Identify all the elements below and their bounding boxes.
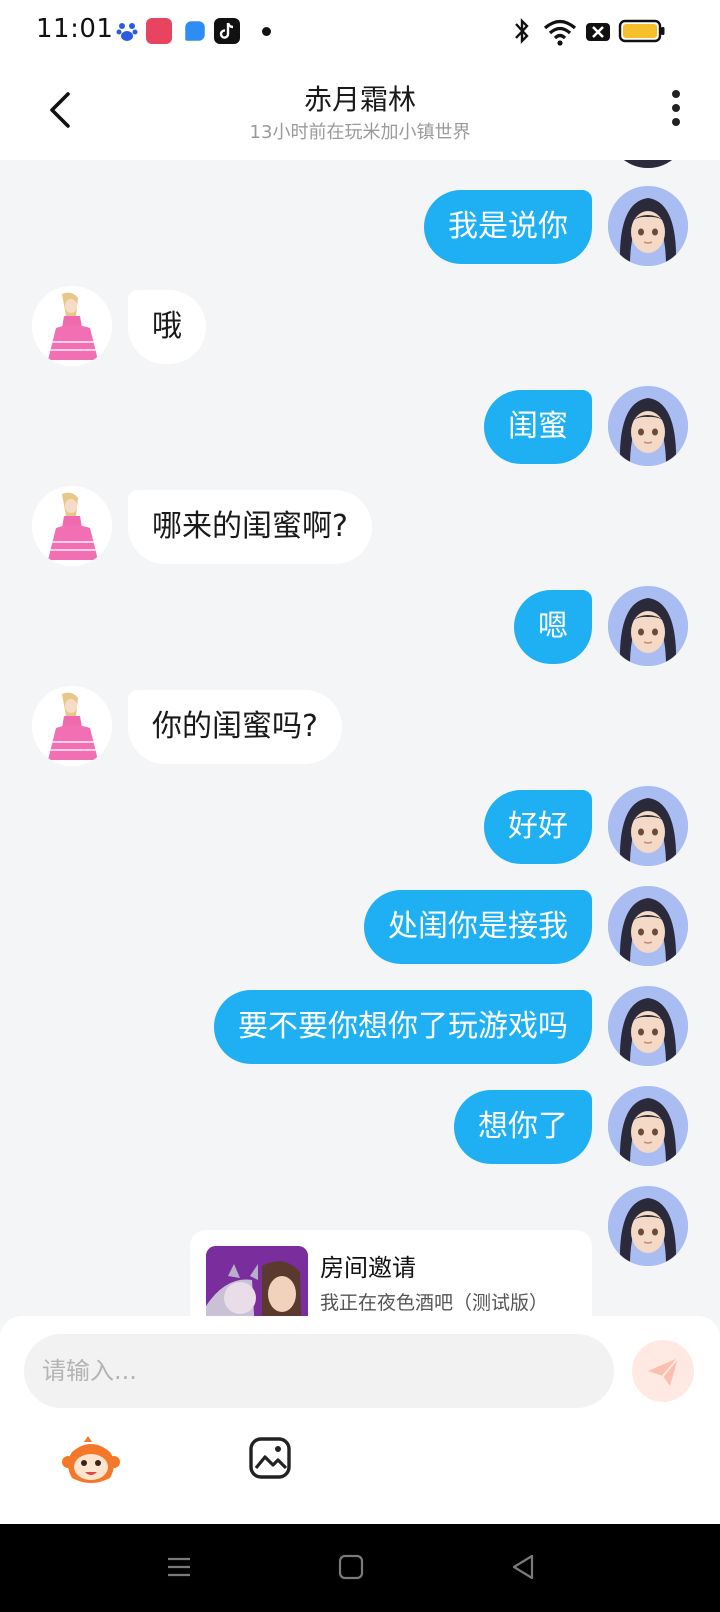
invite-description: 我正在夜色酒吧（测试版） [320,1292,549,1314]
bluetooth-icon [512,14,532,52]
invite-title: 房间邀请 [320,1254,416,1282]
back-nav-button[interactable] [508,1552,538,1582]
message-row-incoming: 哦 [0,286,720,366]
menu-nav-button[interactable] [164,1552,194,1582]
message-bubble[interactable]: 要不要你想你了玩游戏吗 [214,990,592,1064]
home-nav-button[interactable] [336,1552,366,1582]
message-row-outgoing: 闺蜜 [0,386,720,466]
my-avatar[interactable] [608,886,688,966]
notification-dot-icon [262,27,271,36]
send-button[interactable] [632,1340,694,1402]
more-dot-icon [672,118,680,126]
image-icon [249,1437,291,1479]
message-bubble[interactable]: 哪来的闺蜜啊? [128,490,372,564]
contact-avatar[interactable] [32,686,112,766]
message-bubble[interactable]: 闺蜜 [484,390,592,464]
system-nav-bar [0,1524,720,1612]
contact-name: 赤月霜林 [303,83,416,116]
input-panel [0,1316,720,1524]
my-avatar[interactable] [608,1086,688,1166]
emoji-button[interactable] [62,1434,120,1486]
message-row-incoming: 你的闺蜜吗? [0,686,720,766]
my-avatar[interactable] [608,386,688,466]
sim-off-icon [584,14,612,52]
message-bubble[interactable]: 哦 [128,290,206,364]
status-bar: 11:01 [0,0,720,64]
send-icon [648,1357,679,1386]
message-bubble[interactable]: 好好 [484,790,592,864]
more-options-button[interactable] [664,90,688,134]
home-icon [338,1554,364,1580]
my-avatar[interactable] [608,786,688,866]
battery-icon [618,14,666,52]
message-bubble[interactable]: 处闺你是接我 [364,890,592,964]
contact-avatar[interactable] [32,286,112,366]
message-bubble[interactable]: 想你了 [454,1090,592,1164]
monkey-emoji-icon [62,1436,120,1483]
message-input[interactable] [24,1334,614,1408]
menu-icon [168,1557,190,1577]
contact-avatar[interactable] [32,486,112,566]
message-row-outgoing: 嗯 [0,586,720,666]
message-row-incoming: 哪来的闺蜜啊? [0,486,720,566]
message-row-outgoing: 我是说你 [0,186,720,266]
my-avatar[interactable] [608,1186,688,1266]
message-row-outgoing: 好好 [0,786,720,866]
wifi-icon [542,14,578,52]
more-dot-icon [672,90,680,98]
back-triangle-icon [512,1554,534,1580]
shopping-app-icon [146,18,172,44]
my-avatar[interactable] [608,586,688,666]
message-row-outgoing: 处闺你是接我 [0,886,720,966]
message-bubble[interactable]: 你的闺蜜吗? [128,690,342,764]
status-time: 11:01 [36,14,114,44]
message-bubble[interactable]: 嗯 [514,590,592,664]
contact-status: 13小时前在玩米加小镇世界 [249,122,471,143]
baidu-app-icon [114,18,140,44]
tiktok-app-icon [214,18,240,44]
message-bubble[interactable]: 我是说你 [424,190,592,264]
chat-header: 赤月霜林 13小时前在玩米加小镇世界 [0,64,720,160]
my-avatar[interactable] [608,186,688,266]
avatar[interactable] [608,160,688,168]
blue-app-icon [185,21,205,41]
image-button[interactable] [248,1436,292,1480]
more-dot-icon [672,104,680,112]
message-list[interactable]: 我是说你 哦 闺蜜 哪来的闺蜜啊? 嗯 你的闺蜜吗? 好好 处闺你是接我 要不要… [0,160,720,1316]
my-avatar[interactable] [608,986,688,1066]
message-row-outgoing: 要不要你想你了玩游戏吗 [0,986,720,1066]
message-row-outgoing: 想你了 [0,1086,720,1166]
